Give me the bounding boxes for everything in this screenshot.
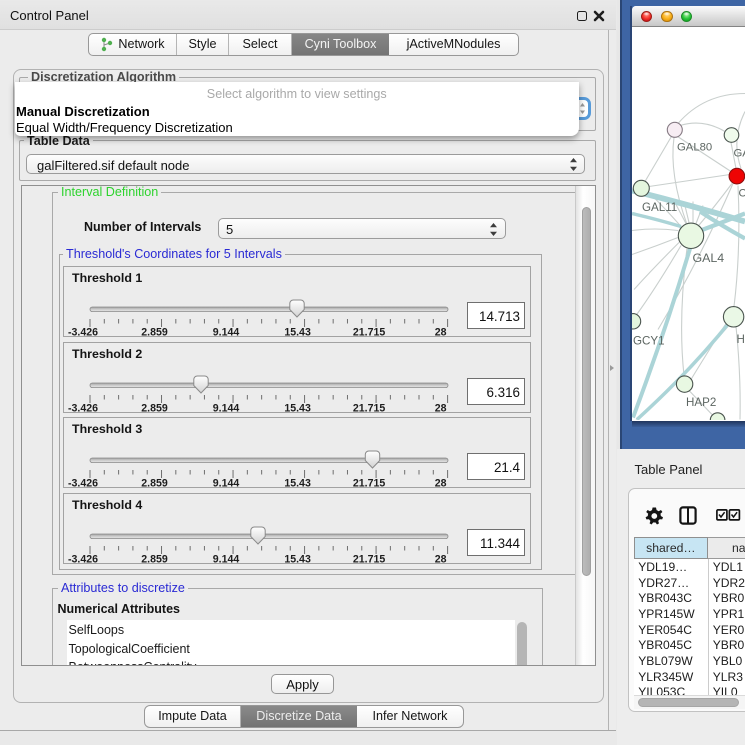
svg-text:-3.426: -3.426 [68, 402, 98, 414]
svg-text:15.43: 15.43 [284, 326, 311, 338]
svg-text:21.715: 21.715 [353, 478, 386, 490]
svg-text:21.715: 21.715 [353, 402, 386, 414]
svg-text:28: 28 [435, 402, 447, 414]
svg-text:-3.426: -3.426 [68, 553, 98, 565]
svg-text:28: 28 [435, 553, 447, 565]
svg-text:21.715: 21.715 [353, 553, 386, 565]
svg-text:-3.426: -3.426 [68, 478, 98, 490]
svg-text:HAP2: HAP2 [686, 396, 716, 409]
svg-text:9.144: 9.144 [213, 478, 240, 490]
svg-text:21.715: 21.715 [353, 326, 386, 338]
svg-text:9.144: 9.144 [213, 553, 240, 565]
svg-text:2.859: 2.859 [141, 553, 168, 565]
svg-text:GAL4: GAL4 [692, 251, 724, 265]
svg-text:GAL11: GAL11 [642, 201, 677, 214]
svg-text:28: 28 [435, 478, 447, 490]
svg-text:GCY1: GCY1 [633, 335, 665, 348]
svg-text:9.144: 9.144 [213, 326, 240, 338]
svg-text:15.43: 15.43 [284, 478, 311, 490]
svg-text:-3.426: -3.426 [68, 326, 98, 338]
svg-text:HI: HI [736, 333, 745, 346]
svg-text:15.43: 15.43 [284, 553, 311, 565]
svg-text:9.144: 9.144 [213, 402, 240, 414]
svg-text:GAL80: GAL80 [677, 142, 712, 154]
svg-text:GA: GA [733, 148, 745, 160]
svg-text:2.859: 2.859 [141, 326, 168, 338]
svg-text:28: 28 [435, 326, 447, 338]
svg-text:CY: CY [738, 188, 745, 200]
svg-text:15.43: 15.43 [284, 402, 311, 414]
svg-text:2.859: 2.859 [141, 402, 168, 414]
svg-text:2.859: 2.859 [141, 478, 168, 490]
